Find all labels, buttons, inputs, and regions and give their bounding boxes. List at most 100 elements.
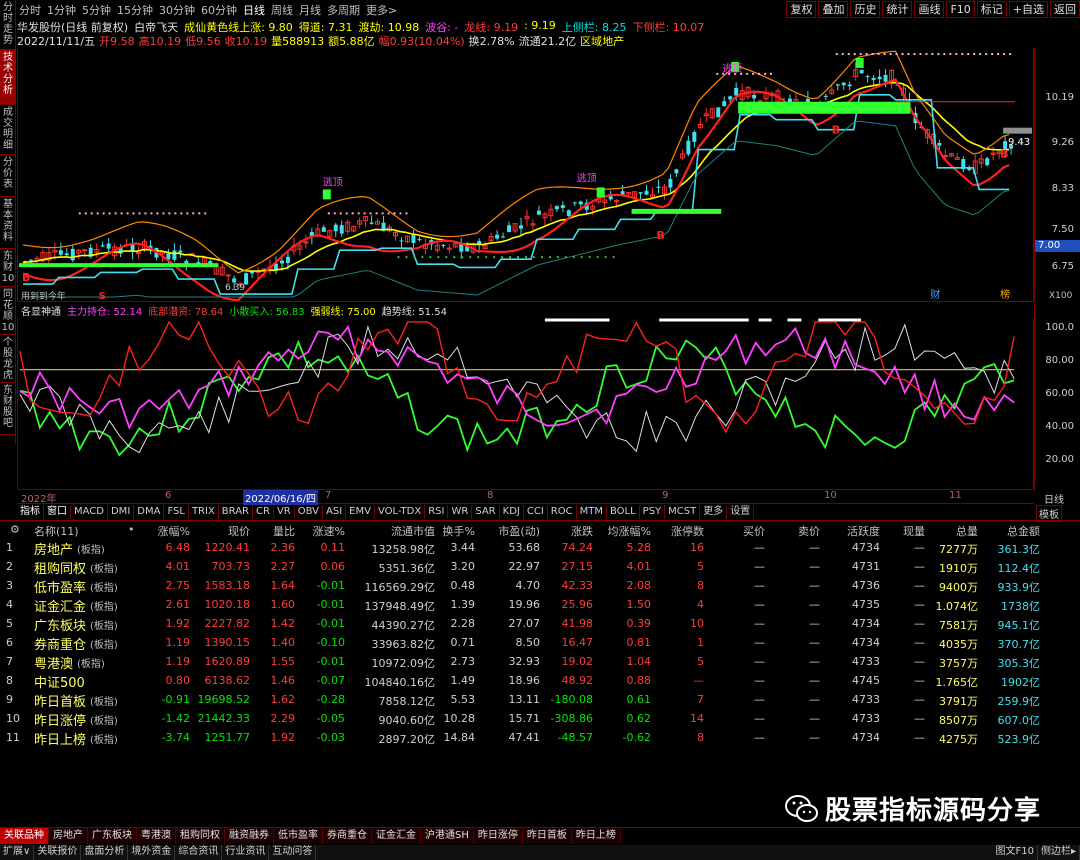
related-tab-6[interactable]: 融资融券 [225,828,274,844]
toolbar-button-2[interactable]: 叠加 [818,1,849,18]
sub-indicator-name[interactable]: 各显神通 [21,303,61,318]
indicator-tab-12[interactable]: ASI [323,505,347,519]
oscillator-chart[interactable] [17,318,1034,490]
indicator-tab-2[interactable]: 窗口 [44,505,71,519]
related-tab-1[interactable]: 关联品种 [0,828,49,844]
left-tab-9[interactable]: 东财股吧 [0,383,16,435]
status-item-5[interactable]: 综合资讯 [175,845,223,860]
indicator-tab-19[interactable]: CCI [523,505,548,519]
related-tab-10[interactable]: 沪港通SH [421,828,474,844]
indicator-tab-21[interactable]: MTM [576,505,607,519]
indicator-tab-26[interactable]: 设置 [727,505,755,519]
status-item-4[interactable]: 境外资金 [128,845,176,860]
indicator-tab-15[interactable]: RSI [425,505,449,519]
left-tab-5[interactable]: 基本资料 [0,197,16,249]
table-row[interactable]: 10 昨日涨停 (板指) -1.42 21442.33 2.29 -0.05 9040.60亿… [0,709,1080,729]
status-item-2[interactable]: 关联报价 [34,845,82,860]
related-tab-11[interactable]: 昨日涨停 [473,828,523,844]
left-tab-2[interactable]: 技术分析 [0,50,16,105]
table-row[interactable]: 1 房地产 (板指) 6.48 1220.41 2.36 0.11 13258.98亿 3.44… [0,538,1080,558]
sector-value[interactable]: 区域地产 [580,33,624,48]
left-tab-7[interactable]: 同花顺10 [0,287,16,335]
indicator-tab-3[interactable]: MACD [71,505,108,519]
related-tab-2[interactable]: 房地产 [49,828,88,844]
related-tab-12[interactable]: 昨日首板 [522,828,572,844]
indicator-tab-16[interactable]: WR [448,505,473,519]
col-header-17[interactable]: 总量 [908,523,978,539]
table-row[interactable]: 8 中证500 0.80 6138.62 1.46 -0.07 104840.16亿 1.49… [0,671,1080,691]
related-tab-4[interactable]: 粤港澳 [137,828,176,844]
indicator-name[interactable]: 白帝飞天 [134,19,178,34]
period-10[interactable]: 多周期 [327,2,360,18]
indicator-tab-8[interactable]: BRAR [218,505,253,519]
indicator-tab-24[interactable]: MCST [665,505,701,519]
candlestick-chart[interactable]: 逃顶 逃顶 逃顶 B B B B S 6.39 用到到今年 财 榜 [17,48,1034,302]
period-3[interactable]: 5分钟 [82,2,111,18]
indicator-tab-17[interactable]: SAR [472,505,500,519]
table-row[interactable]: 9 昨日首板 (板指) -0.91 19698.52 1.62 -0.28 7858.12亿 5… [0,690,1080,710]
table-row[interactable]: 6 券商重仓 (板指) 1.19 1390.15 1.40 -0.10 33963.82亿 0.… [0,633,1080,653]
period-1[interactable]: 分时 [19,2,41,18]
indicator-tab-11[interactable]: OBV [294,505,323,519]
status-item-3[interactable]: 盘面分析 [81,845,129,860]
related-tab-13[interactable]: 昨日上榜 [571,828,621,844]
settings-gear-icon[interactable]: ⚙ [10,523,20,536]
related-tab-9[interactable]: 证金汇金 [372,828,421,844]
table-row[interactable]: 4 证金汇金 (板指) 2.61 1020.18 1.60 -0.01 137948.49亿 1… [0,595,1080,615]
col-header-8[interactable]: 换手% [405,523,475,539]
status-right-2[interactable]: 侧边栏▸ [1038,845,1080,860]
indicator-tab-5[interactable]: DMA [134,505,165,519]
toolbar-button-8[interactable]: +自选 [1008,1,1048,18]
indicator-tab-6[interactable]: FSL [164,505,189,519]
status-item-7[interactable]: 互动问答 [269,845,317,860]
related-tab-3[interactable]: 广东板块 [88,828,137,844]
status-item-1[interactable]: 扩展∨ [0,845,35,860]
indicator-tab-20[interactable]: ROC [547,505,577,519]
related-tab-8[interactable]: 券商重仓 [323,828,372,844]
col-header-12[interactable]: 涨停数 [634,523,704,539]
toolbar-button-1[interactable]: 复权 [786,1,817,18]
indicator-tab-14[interactable]: VOL-TDX [374,505,426,519]
status-item-6[interactable]: 行业资讯 [222,845,270,860]
toolbar-button-4[interactable]: 统计 [882,1,913,18]
indicator-tab-7[interactable]: TRIX [188,505,219,519]
col-header-1[interactable]: 名称(11) [34,523,79,539]
left-tab-6[interactable]: 东财10 [0,249,16,287]
indicator-tab-4[interactable]: DMI [107,505,135,519]
indicator-tab-22[interactable]: BOLL [606,505,640,519]
table-row[interactable]: 11 昨日上榜 (板指) -3.74 1251.77 1.92 -0.03 2897.20亿 1… [0,728,1080,748]
indicator-tab-23[interactable]: PSY [639,505,666,519]
status-right-1[interactable]: 图文F10 [992,845,1038,860]
toolbar-button-5[interactable]: 画线 [914,1,945,18]
period-6[interactable]: 60分钟 [201,2,237,18]
period-5[interactable]: 30分钟 [159,2,195,18]
period-2[interactable]: 1分钟 [47,2,76,18]
period-9[interactable]: 月线 [299,2,321,18]
related-tab-5[interactable]: 租购同权 [176,828,225,844]
indicator-tab-25[interactable]: 更多 [700,505,728,519]
indicator-tab-13[interactable]: EMV [346,505,375,519]
period-7[interactable]: 日线 [243,2,265,18]
toolbar-button-9[interactable]: 返回 [1050,1,1080,18]
col-header-6[interactable]: 涨速% [275,523,345,539]
period-indicator[interactable]: 日线 [1044,491,1064,506]
indicator-tab-18[interactable]: KDJ [499,505,524,519]
table-row[interactable]: 2 租购同权 (板指) 4.01 703.73 2.27 0.06 5351.36亿 3.20 2… [0,557,1080,577]
left-tab-8[interactable]: 个股龙虎 [0,335,16,383]
toolbar-button-3[interactable]: 历史 [850,1,881,18]
period-8[interactable]: 周线 [271,2,293,18]
left-tab-1[interactable]: 分时走势 [0,0,16,50]
toolbar-button-6[interactable]: F10 [946,1,975,18]
indicator-tab-10[interactable]: VR [273,505,295,519]
table-row[interactable]: 5 广东板块 (板指) 1.92 2227.82 1.42 -0.01 44390.27亿 2.… [0,614,1080,634]
related-tab-7[interactable]: 低市盈率 [274,828,323,844]
indicator-tab-9[interactable]: CR [253,505,274,519]
table-row[interactable]: 3 低市盈率 (板指) 2.75 1583.18 1.64 -0.01 116569.29亿 0… [0,576,1080,596]
period-4[interactable]: 15分钟 [117,2,153,18]
col-header-18[interactable]: 总金额 [970,523,1040,539]
indicator-tab-1[interactable]: 指标 [17,505,44,519]
period-11[interactable]: 更多> [366,2,397,18]
table-row[interactable]: 7 粤港澳 (板指) 1.19 1620.89 1.55 -0.01 10972.09亿 2.7… [0,652,1080,672]
left-tab-3[interactable]: 成交明细 [0,105,16,155]
toolbar-button-7[interactable]: 标记 [976,1,1007,18]
